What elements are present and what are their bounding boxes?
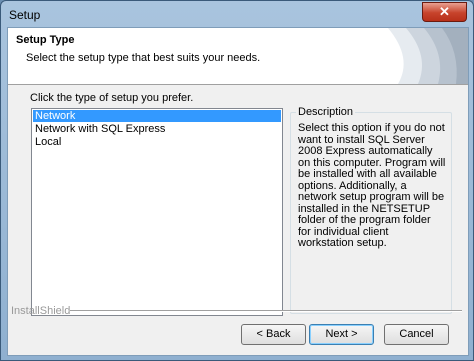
close-icon: ✕ bbox=[439, 4, 450, 19]
setup-type-list[interactable]: Network Network with SQL Express Local bbox=[31, 108, 283, 316]
installshield-brand: InstallShield bbox=[11, 305, 71, 317]
description-text: Select this option if you do not want to… bbox=[298, 122, 446, 249]
footer-divider bbox=[70, 310, 462, 312]
installer-graphic-icon bbox=[358, 28, 468, 84]
list-item-network-sql-express[interactable]: Network with SQL Express bbox=[33, 123, 281, 135]
header-banner: Setup Type Select the setup type that be… bbox=[8, 28, 468, 85]
back-button[interactable]: < Back bbox=[241, 324, 306, 345]
dialog-body: Setup Type Select the setup type that be… bbox=[7, 27, 469, 356]
page-subtitle: Select the setup type that best suits yo… bbox=[26, 52, 261, 64]
list-item-network[interactable]: Network bbox=[33, 110, 281, 122]
setup-type-prompt: Click the type of setup you prefer. bbox=[30, 92, 194, 104]
page-title: Setup Type bbox=[16, 34, 75, 46]
title-bar[interactable]: Setup ✕ bbox=[1, 1, 473, 27]
setup-window: Setup ✕ Setup Type Select the setup type… bbox=[0, 0, 474, 361]
next-button[interactable]: Next > bbox=[309, 324, 374, 345]
cancel-button[interactable]: Cancel bbox=[384, 324, 449, 345]
description-label: Description bbox=[296, 106, 356, 118]
close-button[interactable]: ✕ bbox=[422, 2, 467, 22]
list-item-local[interactable]: Local bbox=[33, 136, 281, 148]
window-title: Setup bbox=[9, 8, 41, 22]
